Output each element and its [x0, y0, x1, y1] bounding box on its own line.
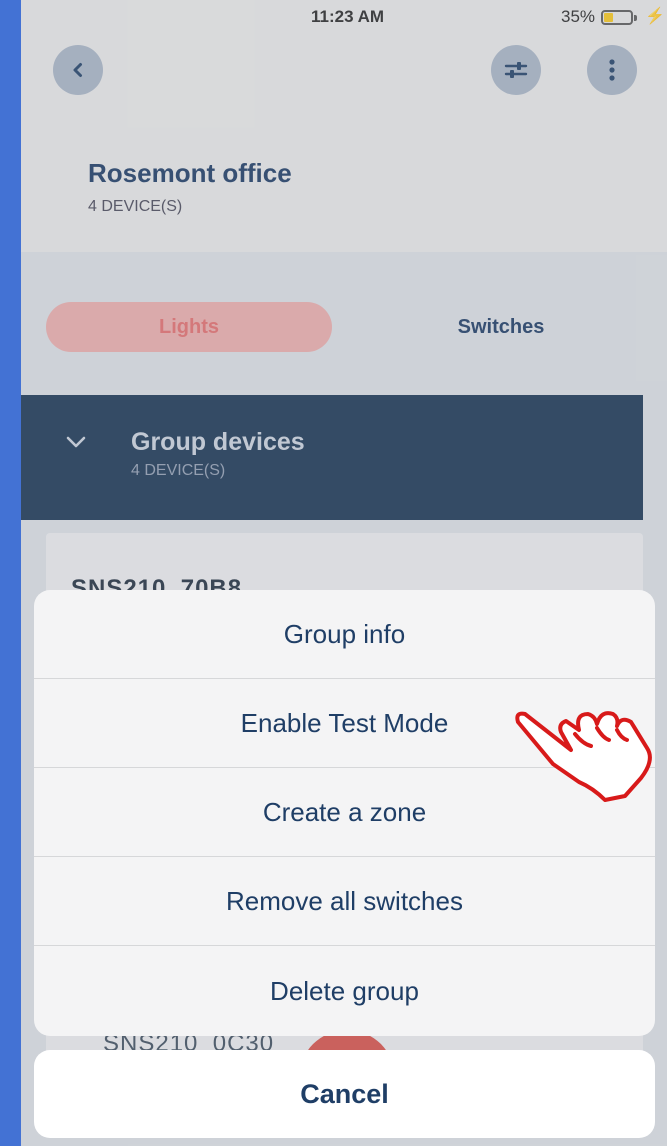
action-sheet: Group info Enable Test Mode Create a zon…: [34, 590, 655, 1036]
cancel-button[interactable]: Cancel: [34, 1050, 655, 1138]
window-frame-edge: [0, 0, 21, 1146]
app-screen: 11:23 AM 35% ⚡ Rosemont office 4 DEVICE(…: [21, 0, 667, 1146]
pointing-hand-icon: [515, 711, 652, 802]
delete-group-option[interactable]: Delete group: [34, 946, 655, 1036]
remove-all-switches-option[interactable]: Remove all switches: [34, 857, 655, 946]
group-info-option[interactable]: Group info: [34, 590, 655, 679]
